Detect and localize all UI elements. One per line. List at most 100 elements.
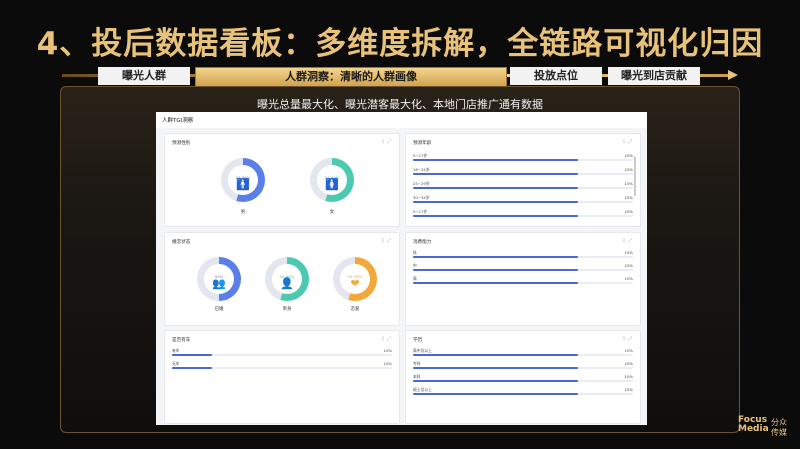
donut-chart: 54.99% 🚺 (310, 158, 354, 202)
donut-label: 男 (240, 210, 246, 215)
card-actions: ⇩⤢ (622, 139, 634, 145)
card-title: 预测性别 (172, 141, 191, 146)
progress-track (413, 380, 633, 382)
progress-fill (172, 354, 212, 356)
row-value: 10% (624, 374, 633, 379)
brand-cn: 分众 传媒 (771, 418, 787, 438)
scrollbar[interactable] (634, 156, 636, 196)
panel-title: 曝光总量最大化、曝光潜客最大化、本地门店推广通有数据 (257, 98, 543, 111)
progress-track (172, 354, 392, 356)
donut-hole: 54.99% 🚹 (228, 165, 258, 195)
row-value: 10% (624, 209, 633, 214)
card-title: 预测年龄 (413, 141, 432, 146)
card-actions: ⇩⤢ (381, 238, 393, 244)
row-value: 10% (624, 387, 633, 392)
progress-fill (413, 187, 578, 189)
donut-hole: 54.99% ❤ (340, 264, 370, 294)
progress-track (413, 187, 633, 189)
row-value: 10% (624, 263, 633, 268)
progress-track (413, 354, 633, 356)
donut-chart: 54.99% 🚹 (221, 158, 265, 202)
expand-icon[interactable]: ⤢ (387, 336, 393, 342)
progress-fill (413, 354, 578, 356)
progress-track (413, 201, 633, 203)
slide-title: 4、投后数据看板：多维度拆解，全链路可视化归因 (36, 26, 764, 62)
progress-fill (413, 367, 578, 369)
brand-text-bottom: Media (738, 424, 769, 434)
card-actions: ⇩⤢ (622, 238, 634, 244)
row-value: 10% (624, 181, 633, 186)
card-title: 消费能力 (413, 240, 432, 245)
row-value: 10% (624, 276, 633, 281)
row-value: 10% (624, 153, 633, 158)
card-marital: 婚恋状态 ⇩⤢ 50% 👥 已婚 54.99% 👤 单身 54.99% ❤ 恋爱 (164, 232, 400, 326)
brand-cn-2: 传媒 (771, 428, 787, 437)
progress-fill (413, 201, 578, 203)
tab-placement[interactable]: 投放点位 (510, 67, 602, 85)
row-value: 10% (383, 361, 392, 366)
progress-fill (413, 173, 578, 175)
card-age: 预测年龄 ⇩⤢ 0~17岁 10% 18~24岁 10% 25~29岁 10% 30~34岁… (405, 133, 641, 227)
tab-crowd-insight[interactable]: 人群洞察：清晰的人群画像 (195, 67, 507, 87)
donut-chart: 54.99% ❤ (333, 257, 377, 301)
progress-fill (413, 215, 578, 217)
progress-fill (413, 380, 578, 382)
progress-track (413, 282, 633, 284)
progress-fill (413, 159, 578, 161)
row-value: 10% (624, 250, 633, 255)
row-value: 10% (624, 348, 633, 353)
card-consumption: 消费能力 ⇩⤢ 低 10% 中 10% 高 10% (405, 232, 641, 326)
expand-icon[interactable]: ⤢ (387, 238, 393, 244)
progress-track (413, 393, 633, 395)
donut-label: 恋爱 (350, 307, 360, 312)
nav-arrow-icon (728, 70, 738, 80)
card-gender: 预测性别 ⇩⤢ 54.99% 🚹 男 54.99% 🚺 女 (164, 133, 400, 227)
dashboard-title: 人群TGI洞察 (162, 118, 194, 124)
donut-hole: 54.99% 👤 (272, 264, 302, 294)
single-person-icon: 👤 (280, 277, 294, 290)
donut-hole: 50% 👥 (204, 264, 234, 294)
expand-icon[interactable]: ⤢ (628, 336, 634, 342)
card-actions: ⇩⤢ (381, 139, 393, 145)
row-value: 10% (624, 195, 633, 200)
expand-icon[interactable]: ⤢ (628, 139, 634, 145)
progress-track (413, 367, 633, 369)
donut-chart: 50% 👥 (197, 257, 241, 301)
progress-track (413, 173, 633, 175)
row-value: 10% (383, 348, 392, 353)
progress-track (413, 269, 633, 271)
progress-fill (413, 269, 578, 271)
donut-label: 单身 (282, 307, 292, 312)
progress-fill (413, 393, 578, 395)
expand-icon[interactable]: ⤢ (387, 139, 393, 145)
dashboard-screenshot: 人群TGI洞察 预测性别 ⇩⤢ 54.99% 🚹 男 54.99% 🚺 女 预测年龄 ⇩⤢… (156, 112, 647, 425)
heart-icon: ❤ (350, 277, 360, 290)
card-title: 学历 (413, 338, 423, 343)
couple-icon: 👥 (212, 277, 226, 290)
progress-track (413, 215, 633, 217)
card-actions: ⇩⤢ (381, 336, 393, 342)
expand-icon[interactable]: ⤢ (628, 238, 634, 244)
tab-exposure-crowd[interactable]: 曝光人群 (98, 67, 190, 85)
dashboard-header: 人群TGI洞察 (156, 112, 647, 128)
progress-fill (172, 367, 212, 369)
progress-track (413, 159, 633, 161)
card-car: 是否有车 ⇩⤢ 有车 10% 无车 10% (164, 330, 400, 424)
male-icon: 🚹 (236, 178, 250, 191)
progress-fill (413, 282, 578, 284)
focus-media-logo: Focus Media (738, 416, 769, 434)
brand-cn-1: 分众 (771, 418, 787, 427)
card-title: 婚恋状态 (172, 240, 191, 245)
progress-fill (413, 256, 578, 258)
tab-store-contribution[interactable]: 曝光到店贡献 (608, 67, 700, 85)
progress-track (172, 367, 392, 369)
donut-hole: 54.99% 🚺 (317, 165, 347, 195)
donut-label: 女 (329, 210, 335, 215)
row-value: 10% (624, 361, 633, 366)
card-actions: ⇩⤢ (622, 336, 634, 342)
female-icon: 🚺 (325, 178, 339, 191)
donut-label: 已婚 (214, 307, 224, 312)
progress-track (413, 256, 633, 258)
row-value: 10% (624, 167, 633, 172)
card-education: 学历 ⇩⤢ 高中及以上 10% 专科 10% 本科 10% 硕士及以上 10% (405, 330, 641, 424)
